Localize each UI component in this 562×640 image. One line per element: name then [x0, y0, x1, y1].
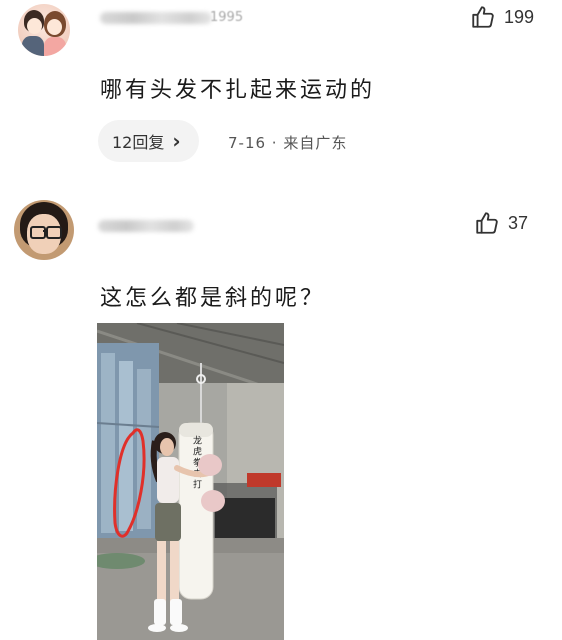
comment-text: 这怎么都是斜的呢？ — [100, 286, 326, 311]
username-blurred[interactable]: 1995 — [100, 8, 243, 28]
like-count: 199 — [504, 6, 535, 27]
view-replies-button[interactable]: 12回复 › — [98, 120, 199, 162]
avatar[interactable] — [14, 200, 74, 260]
thumbs-up-icon — [474, 210, 500, 236]
username-blurred[interactable] — [98, 216, 198, 236]
like-button[interactable]: 199 — [470, 4, 534, 30]
comment-text: 哪有头发不扎起来运动的 — [100, 78, 376, 103]
like-button[interactable]: 37 — [474, 210, 528, 236]
username-visible-tail: 1995 — [210, 10, 244, 25]
avatar[interactable] — [18, 4, 70, 56]
comment-meta: 7-16 · 来自广东 — [228, 134, 348, 152]
comment-photo[interactable]: 龙虎拳击打 — [97, 323, 284, 640]
reply-count-label: 12回复 — [112, 133, 165, 152]
chevron-right-icon: › — [172, 129, 181, 153]
thumbs-up-icon — [470, 4, 496, 30]
like-count: 37 — [508, 212, 529, 233]
